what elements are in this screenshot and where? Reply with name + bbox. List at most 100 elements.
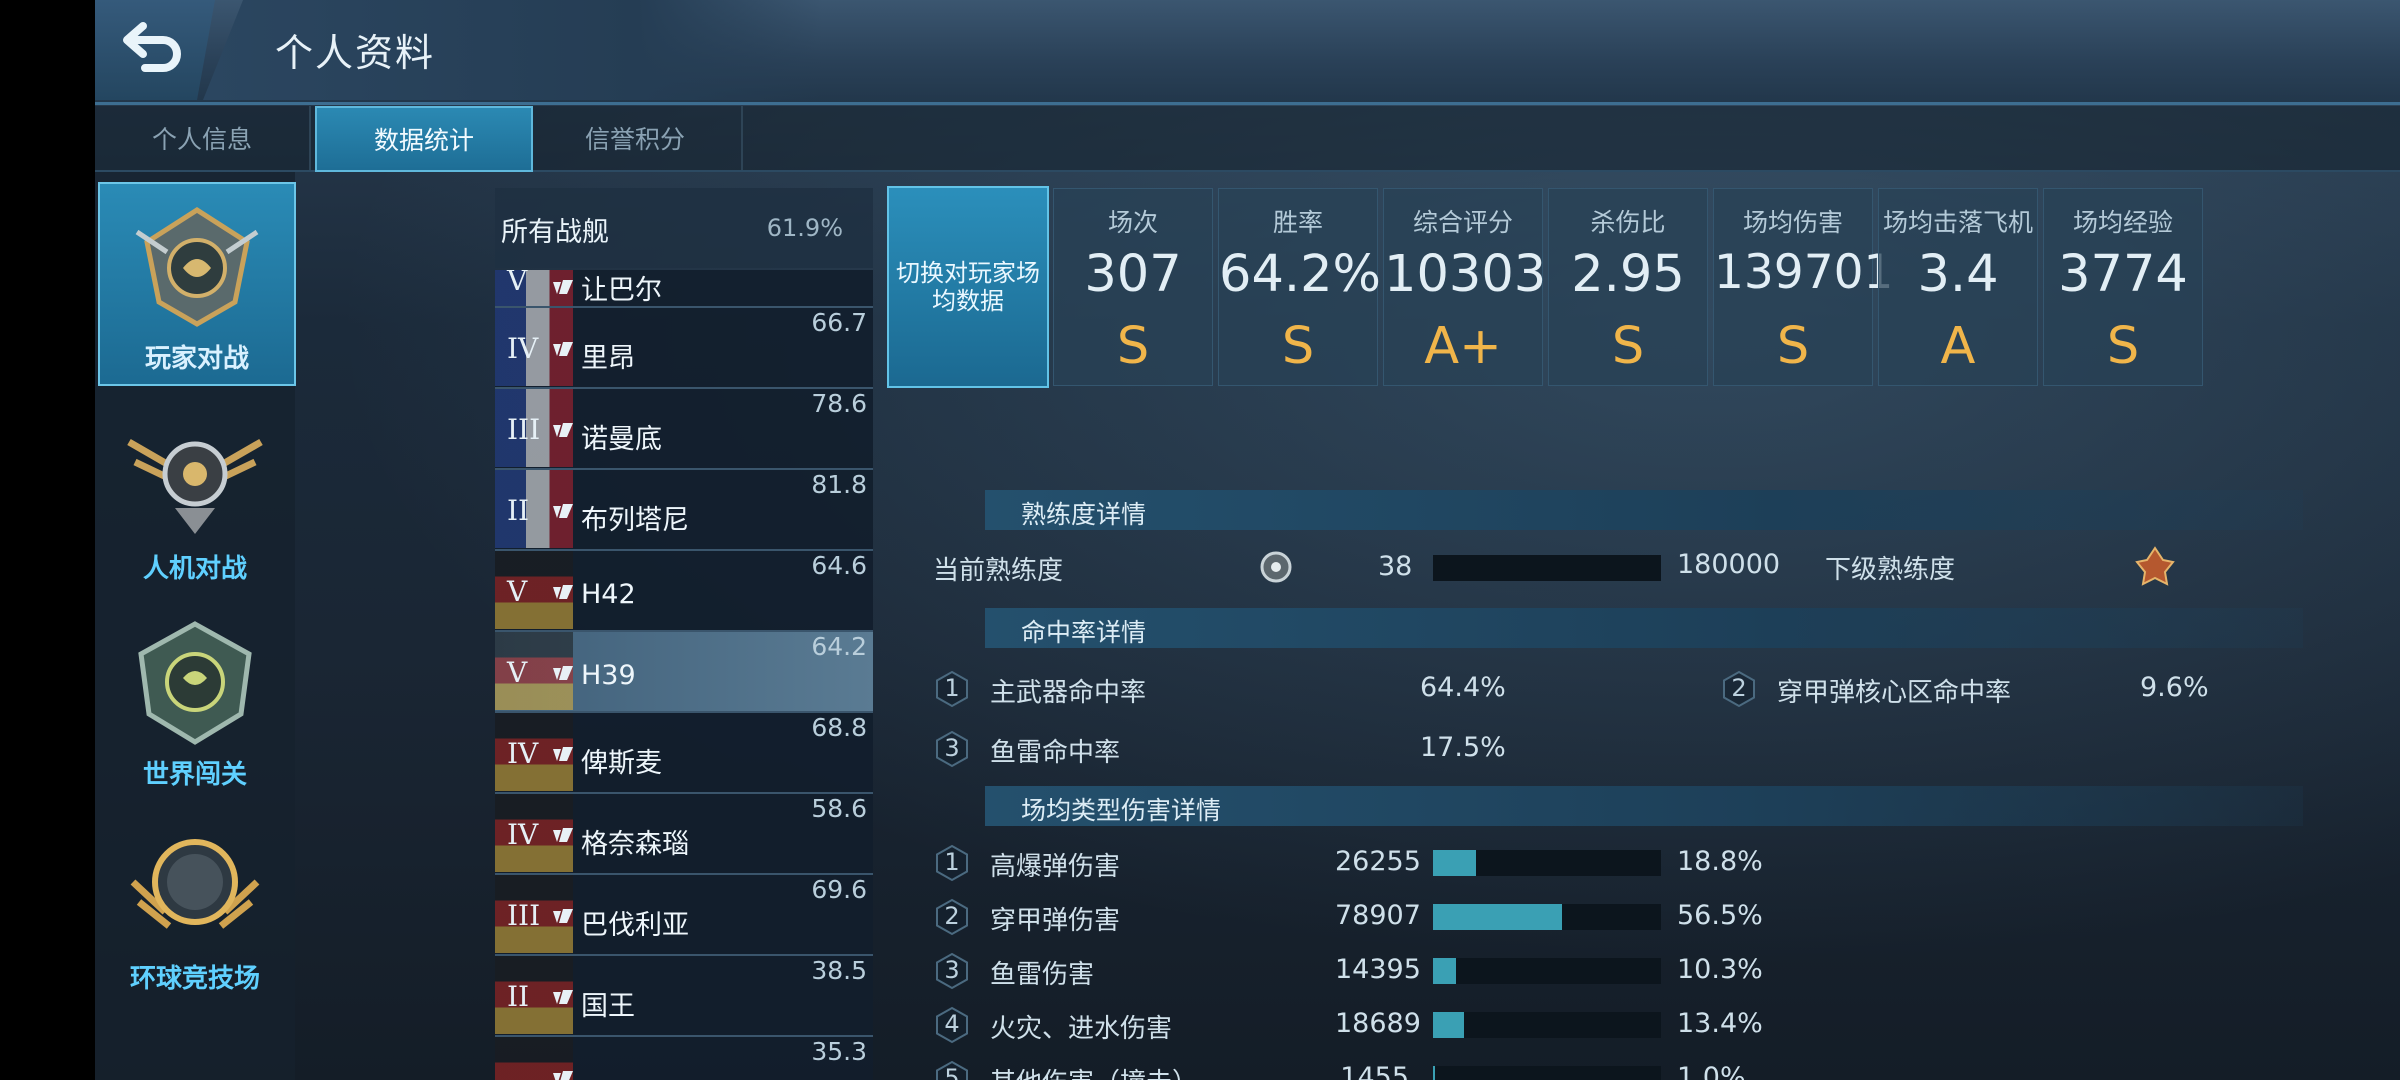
damage-bar (1433, 850, 1661, 876)
proficiency-rank-icon (1260, 551, 1292, 583)
ship-winrate: 58.6 (811, 794, 867, 823)
ship-name: 俾斯麦 (581, 748, 662, 779)
stat-card: 场均伤害 139701 S (1713, 188, 1893, 386)
stat-label: 场次 (1107, 208, 1158, 237)
stat-grade: S (2106, 317, 2140, 376)
world-emblem-icon (138, 621, 252, 745)
ship-row[interactable]: II 布列塔尼 81.8 (495, 470, 873, 551)
battleship-class-icon (551, 664, 575, 686)
index-hex-icon: 3 (933, 730, 971, 768)
stat-value: 10303 (1384, 245, 1547, 304)
damage-bar-fill (1433, 904, 1562, 930)
ship-tier: IV (507, 737, 539, 770)
accuracy-section-header: 命中率详情 (985, 608, 2303, 648)
stat-label: 杀伤比 (1590, 208, 1666, 237)
battleship-class-icon (551, 907, 575, 929)
ship-winrate: 35.3 (811, 1037, 867, 1066)
section-title: 场均类型伤害详情 (1021, 796, 1222, 825)
ship-row[interactable]: V H42 64.6 (495, 551, 873, 632)
index-hex-icon: 4 (933, 1006, 971, 1044)
nav-label: 环球竞技场 (129, 964, 260, 994)
ship-name: 让巴尔 (581, 275, 662, 306)
index-number: 5 (944, 1064, 960, 1080)
stat-label: 场均击落飞机 (1882, 208, 2033, 237)
tab-statistics[interactable]: 数据统计 (315, 106, 533, 172)
ship-row[interactable]: IV 俾斯麦 68.8 (495, 713, 873, 794)
battleship-class-icon (551, 826, 575, 848)
damage-percent: 10.3% (1677, 954, 1763, 985)
ship-name: H42 (581, 579, 636, 610)
damage-bar-fill (1433, 958, 1457, 984)
nav-pvp[interactable]: 玩家对战 (98, 182, 296, 386)
next-rank-icon (2135, 546, 2175, 586)
accuracy-value: 64.4% (1420, 672, 1506, 703)
damage-percent: 1.0% (1677, 1062, 1746, 1080)
index-number: 1 (944, 848, 960, 876)
stat-label: 场均经验 (2072, 208, 2173, 237)
stat-label: 综合评分 (1412, 208, 1513, 237)
ship-row[interactable]: 35.3 (495, 1037, 873, 1080)
pvp-emblem-icon (135, 207, 259, 327)
damage-label: 火灾、进水伤害 (990, 1014, 1173, 1044)
ship-tier: V (507, 656, 528, 689)
proficiency-section-header: 熟练度详情 (985, 490, 2303, 530)
index-number: 1 (944, 674, 960, 702)
accuracy-label: 鱼雷命中率 (990, 738, 1121, 768)
stat-card: 综合评分 10303 A+ (1383, 188, 1547, 386)
battleship-class-icon (551, 745, 575, 767)
ship-name: 巴伐利亚 (581, 910, 689, 941)
section-title: 熟练度详情 (1021, 500, 1147, 529)
index-hex-icon: 1 (933, 844, 971, 882)
mode-sidebar: 玩家对战 人机对战 世界闯关 环球竞技场 (95, 172, 296, 1080)
damage-value: 1455 (1340, 1062, 1409, 1080)
ship-list-header[interactable]: 所有战舰 61.9% (495, 188, 873, 268)
nav-pve[interactable]: 人机对战 (98, 394, 292, 594)
stat-card: 场均经验 3774 S (2043, 188, 2203, 386)
ship-row[interactable]: V H39 64.2 (495, 632, 873, 713)
stat-grade: A (1940, 317, 1976, 376)
damage-bar-fill (1433, 1012, 1464, 1038)
damage-label: 其他伤害（撞击） (990, 1062, 1198, 1080)
nav-global-arena[interactable]: 环球竞技场 (98, 804, 292, 1004)
next-proficiency-label: 下级熟练度 (1825, 555, 1956, 585)
ship-row[interactable]: II 国王 38.5 (495, 956, 873, 1037)
battleship-class-icon (551, 340, 575, 362)
ship-winrate: 81.8 (811, 470, 867, 499)
damage-value: 14395 (1335, 954, 1421, 985)
current-proficiency-label: 当前熟练度 (933, 556, 1064, 586)
ship-tier: II (507, 980, 530, 1013)
ship-row[interactable]: III 诺曼底 78.6 (495, 389, 873, 470)
stat-label: 胜率 (1272, 208, 1323, 237)
switch-average-data-button[interactable]: 切换对玩家场均数据 (887, 186, 1049, 388)
all-ships-label: 所有战舰 (501, 217, 609, 248)
damage-percent: 18.8% (1677, 846, 1763, 877)
stat-grade: S (1776, 317, 1810, 376)
ship-tier: V (507, 270, 528, 297)
section-title: 命中率详情 (1021, 618, 1147, 647)
ship-row[interactable]: IV 格奈森瑙 58.6 (495, 794, 873, 875)
ship-name: 格奈森瑙 (581, 829, 689, 860)
tab-personal-info[interactable]: 个人信息 (95, 106, 311, 170)
stat-card: 杀伤比 2.95 S (1548, 188, 1708, 386)
stat-value: 64.2% (1219, 245, 1382, 304)
stat-card: 场次 307 S (1053, 188, 1213, 386)
ship-winrate: 66.7 (811, 308, 867, 337)
tab-credit-score[interactable]: 信誉积分 (529, 106, 743, 170)
page-title: 个人资料 (275, 31, 436, 75)
damage-percent: 13.4% (1677, 1008, 1763, 1039)
nav-label: 世界闯关 (142, 760, 247, 790)
index-hex-icon: 1 (933, 670, 971, 708)
back-button[interactable] (95, 0, 215, 100)
ship-list: 所有战舰 61.9% V 让巴尔 IV 里昂 66.7 III 诺曼底 78.6 II 布列塔尼 8… (495, 188, 873, 1080)
accuracy-value: 17.5% (1420, 732, 1506, 763)
stat-card: 胜率 64.2% S (1218, 188, 1382, 386)
global-arena-emblem-icon (130, 839, 260, 929)
ship-row[interactable]: III 巴伐利亚 69.6 (495, 875, 873, 956)
damage-bar (1433, 958, 1661, 984)
nav-world[interactable]: 世界闯关 (98, 600, 292, 800)
ship-row[interactable]: IV 里昂 66.7 (495, 308, 873, 389)
proficiency-progress-bar (1433, 555, 1661, 581)
ship-tier: II (507, 494, 530, 527)
ship-row[interactable]: V 让巴尔 (495, 270, 873, 308)
accuracy-label: 主武器命中率 (990, 678, 1147, 708)
